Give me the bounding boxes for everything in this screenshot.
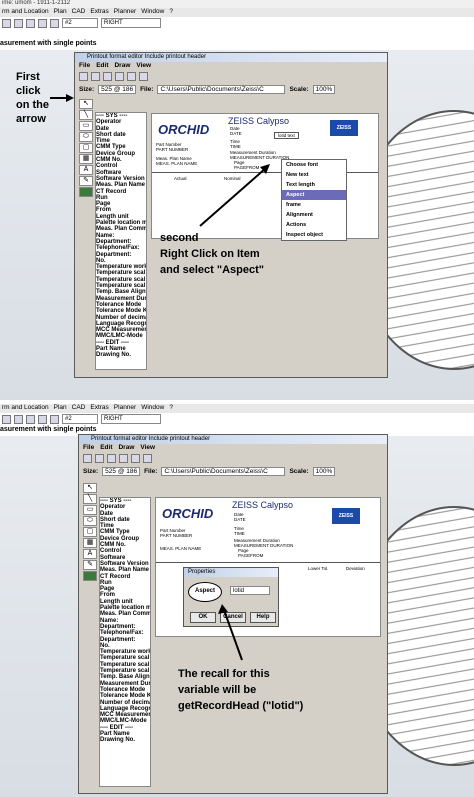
annotation-arrows-bottom: [218, 604, 243, 661]
annotation-arrows-top: [50, 94, 270, 227]
screenshot-bottom: rm and Location Plan CAD Extras Planner …: [0, 404, 474, 797]
screenshot-top: ime: umom - 1911-1-2112 rm and Location …: [0, 0, 474, 400]
